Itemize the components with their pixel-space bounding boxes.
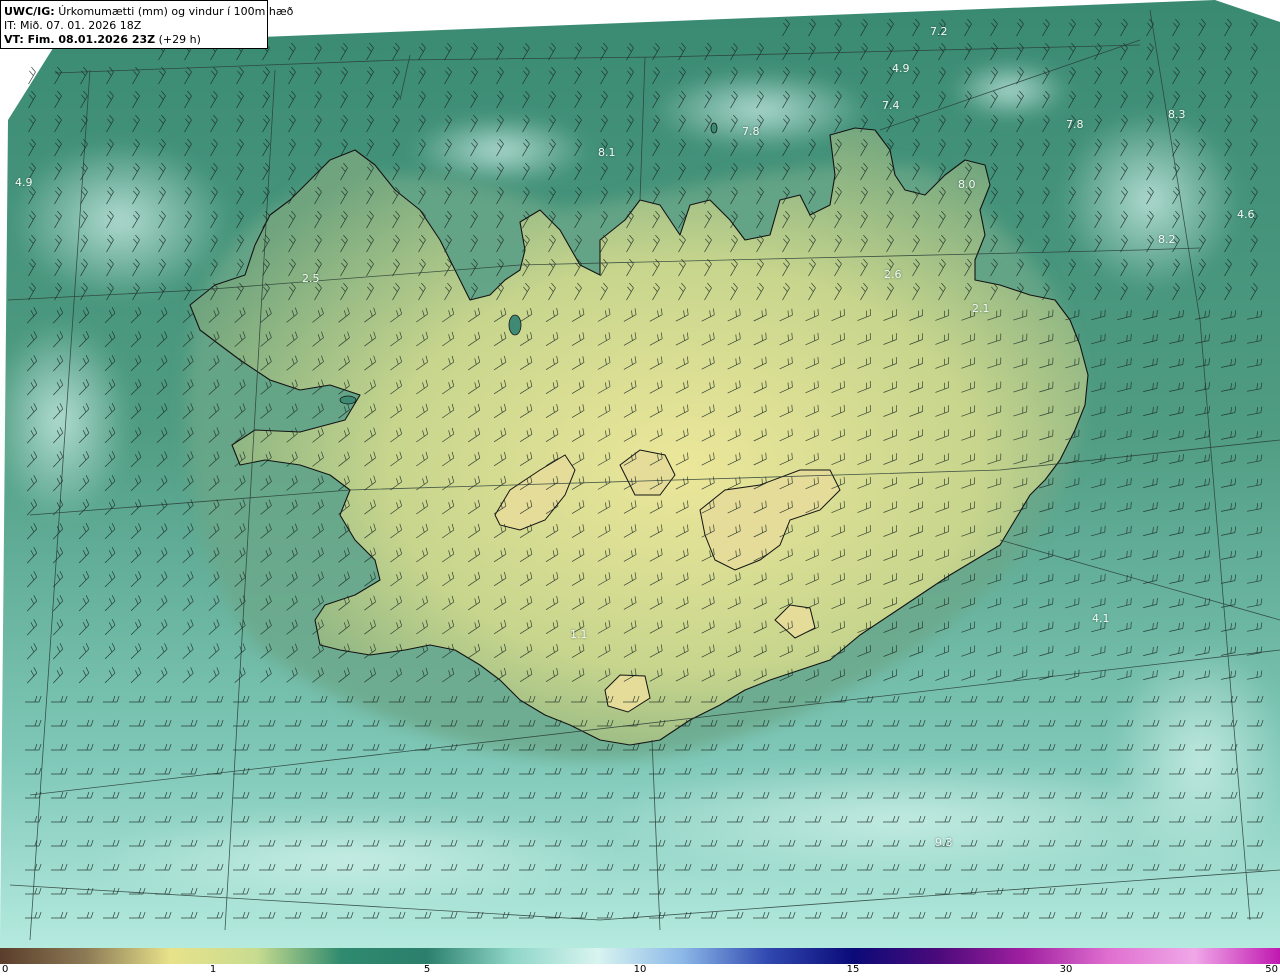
map-value-label: 7.4 [882, 99, 900, 112]
map-value-label: 7.8 [742, 125, 760, 138]
map-value-label: 8.1 [598, 146, 616, 159]
map-value-label: 8.2 [1158, 233, 1176, 246]
map-value-label: 4.9 [892, 62, 910, 75]
colorbar [0, 948, 1280, 964]
map-value-label: 1.1 [570, 628, 588, 641]
map-value-label: 2.5 [302, 272, 320, 285]
model-name: UWC/IG: [4, 5, 55, 18]
map-value-label: 4.6 [1237, 208, 1255, 221]
product-name: Úrkomumætti (mm) og vindur í 100m hæð [58, 5, 294, 18]
map-value-label: 8.3 [1168, 108, 1186, 121]
valid-time-line: VT: Fim. 08.01.2026 23Z (+29 h) [4, 33, 264, 47]
map-value-label: 8.0 [958, 178, 976, 191]
map-value-label: 7.8 [1066, 118, 1084, 131]
colorbar-tick: 5 [423, 964, 431, 975]
map-info-box: UWC/IG: Úrkomumætti (mm) og vindur í 100… [0, 0, 293, 49]
colorbar-tick: 30 [1059, 964, 1073, 975]
valid-time: VT: Fim. 08.01.2026 23Z [4, 33, 156, 46]
init-time: IT: Mið. 07. 01. 2026 18Z [4, 19, 142, 32]
map-value-label: 4.9 [15, 176, 33, 189]
lead-time: (+29 h) [158, 33, 201, 46]
precipitation-wind-map [0, 0, 1280, 948]
map-value-label: 2.6 [884, 268, 902, 281]
map-value-label: 4.1 [1092, 612, 1110, 625]
title-line: UWC/IG: Úrkomumætti (mm) og vindur í 100… [4, 5, 293, 19]
colorbar-tick: 10 [633, 964, 647, 975]
map-value-label: 2.1 [972, 302, 990, 315]
colorbar-tick: 1 [209, 964, 217, 975]
colorbar-tick: 0 [2, 964, 9, 975]
colorbar-tick: 15 [846, 964, 860, 975]
map-value-label: 7.2 [930, 25, 948, 38]
colorbar-tick: 50 [1265, 964, 1278, 975]
map-value-label: 9.3 [935, 836, 953, 849]
colorbar-ticks: 0 1 5 10 15 30 50 [0, 964, 1280, 978]
